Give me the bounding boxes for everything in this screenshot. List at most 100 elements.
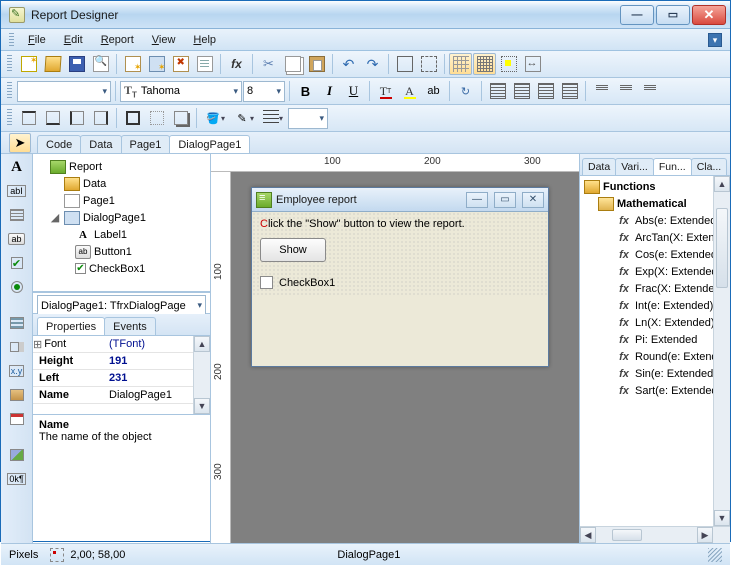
frame-bottom-button[interactable]	[41, 107, 64, 129]
tree-label1[interactable]: ALabel1	[35, 226, 208, 243]
fn-item[interactable]: fxPi: Extended	[580, 331, 730, 348]
fn-item[interactable]: fxSart(e: Extended	[580, 382, 730, 399]
rotate-button[interactable]: ↻	[454, 80, 477, 102]
tab-page1[interactable]: Page1	[121, 135, 171, 153]
new-dialog-button[interactable]	[145, 53, 168, 75]
show-grid-button[interactable]	[449, 53, 472, 75]
menu-edit[interactable]: Edit	[58, 32, 89, 48]
tab-code[interactable]: Code	[37, 135, 81, 153]
combobox-tool[interactable]	[5, 336, 29, 358]
align-left-button[interactable]	[486, 80, 509, 102]
cut-button[interactable]	[257, 53, 280, 75]
align-grid-button[interactable]	[473, 53, 496, 75]
maximize-button[interactable]: ▭	[656, 5, 690, 25]
frame-left-button[interactable]	[65, 107, 88, 129]
button-tool[interactable]: ab	[5, 228, 29, 250]
fn-item[interactable]: fxRound(e: Extend	[580, 348, 730, 365]
cond-highlight-button[interactable]: ab	[422, 80, 445, 102]
italic-button[interactable]: I	[318, 80, 341, 102]
report-tree[interactable]: Report Data Page1 ◢DialogPage1 ALabel1 a…	[33, 154, 210, 292]
scroll-up-icon[interactable]: ▲	[194, 336, 210, 352]
prop-row-left[interactable]: Left231	[33, 370, 210, 387]
valign-middle-button[interactable]	[614, 80, 637, 102]
right-scrollbar-horizontal[interactable]: ◀ ▶	[580, 526, 730, 543]
tab-right-variables[interactable]: Vari...	[615, 158, 654, 175]
text-tool[interactable]: A	[5, 156, 29, 178]
tab-right-functions[interactable]: Fun...	[653, 158, 692, 175]
bevel-tool[interactable]: 0k¶	[5, 468, 29, 490]
fn-item[interactable]: fxInt(e: Extended):	[580, 297, 730, 314]
style-combo[interactable]: ▾	[17, 81, 111, 102]
functions-tree[interactable]: Functions Mathematical fxAbs(e: Extended…	[580, 176, 730, 543]
close-button[interactable]: ✕	[692, 5, 726, 25]
fit-button[interactable]	[521, 53, 544, 75]
image-tool[interactable]	[5, 444, 29, 466]
fn-item[interactable]: fxExp(X: Extended	[580, 263, 730, 280]
font-color-button[interactable]: TT	[374, 80, 397, 102]
scroll-down-icon[interactable]: ▼	[714, 510, 730, 526]
scroll-thumb[interactable]	[716, 208, 728, 288]
tab-dialogpage1[interactable]: DialogPage1	[169, 135, 250, 153]
align-right-button[interactable]	[534, 80, 557, 102]
valign-top-button[interactable]	[590, 80, 613, 102]
open-button[interactable]	[41, 53, 64, 75]
memo-tool[interactable]	[5, 204, 29, 226]
tree-data[interactable]: Data	[35, 175, 208, 192]
group-button[interactable]	[393, 53, 416, 75]
font-name-combo[interactable]: TTTahoma▾	[120, 81, 242, 102]
paste-button[interactable]	[305, 53, 328, 75]
frame-color-button[interactable]: ✎▾	[230, 107, 258, 129]
dialog-maximize-button[interactable]: ▭	[494, 192, 516, 208]
dialog-show-button[interactable]: Show	[260, 238, 326, 262]
tree-report[interactable]: Report	[35, 158, 208, 175]
pointer-tool-button[interactable]: ➤	[9, 133, 31, 153]
new-button[interactable]	[17, 53, 40, 75]
menu-view[interactable]: View	[146, 32, 182, 48]
preview-button[interactable]	[89, 53, 112, 75]
variables-button[interactable]: fx	[225, 53, 248, 75]
panel-tool[interactable]: x.y	[5, 360, 29, 382]
tab-right-data[interactable]: Data	[582, 158, 616, 175]
fill-color-button[interactable]: 🪣▾	[201, 107, 229, 129]
scroll-left-icon[interactable]: ◀	[580, 527, 596, 543]
font-size-combo[interactable]: 8▾	[243, 81, 285, 102]
fn-item[interactable]: fxSin(e: Extended)	[580, 365, 730, 382]
right-scrollbar-vertical[interactable]: ▲ ▼	[713, 176, 730, 526]
scroll-right-icon[interactable]: ▶	[697, 527, 713, 543]
frame-style-button[interactable]: ▾	[259, 107, 287, 129]
valign-bottom-button[interactable]	[638, 80, 661, 102]
dialog-close-button[interactable]: ✕	[522, 192, 544, 208]
frame-top-button[interactable]	[17, 107, 40, 129]
listbox-tool[interactable]	[5, 312, 29, 334]
tab-data[interactable]: Data	[80, 135, 121, 153]
tree-button1[interactable]: abButton1	[35, 243, 208, 260]
minimize-button[interactable]: —	[620, 5, 654, 25]
tree-page1[interactable]: Page1	[35, 192, 208, 209]
frame-width-combo[interactable]: ▾	[288, 108, 328, 129]
resize-grip-icon[interactable]	[708, 548, 722, 562]
ungroup-button[interactable]	[417, 53, 440, 75]
scroll-up-icon[interactable]: ▲	[714, 176, 730, 192]
tree-checkbox1[interactable]: ✔CheckBox1	[35, 260, 208, 277]
menu-overflow-icon[interactable]: ▾	[708, 33, 722, 47]
checkbox-tool[interactable]: ✔	[5, 252, 29, 274]
align-center-button[interactable]	[510, 80, 533, 102]
page-setup-button[interactable]	[193, 53, 216, 75]
tab-events[interactable]: Events	[104, 317, 156, 335]
frame-shadow-button[interactable]	[169, 107, 192, 129]
dialog-label1[interactable]: Click the "Show" button to view the repo…	[260, 218, 540, 230]
save-button[interactable]	[65, 53, 88, 75]
design-canvas[interactable]: Employee report — ▭ ✕ Click the "Show" b…	[231, 172, 579, 543]
dialog-minimize-button[interactable]: —	[466, 192, 488, 208]
groupbox-tool[interactable]	[5, 384, 29, 406]
fn-group-mathematical[interactable]: Mathematical	[580, 195, 730, 212]
scroll-thumb[interactable]	[612, 529, 642, 541]
fn-item[interactable]: fxAbs(e: Extended)	[580, 212, 730, 229]
prop-row-height[interactable]: Height191	[33, 353, 210, 370]
bold-button[interactable]: B	[294, 80, 317, 102]
fn-item[interactable]: fxCos(e: Extended)	[580, 246, 730, 263]
dialog-checkbox1[interactable]: CheckBox1	[260, 276, 540, 289]
tree-dialogpage1[interactable]: ◢DialogPage1	[35, 209, 208, 226]
object-selector[interactable]: DialogPage1: TfrxDialogPage▾	[37, 295, 206, 316]
undo-button[interactable]	[337, 53, 360, 75]
